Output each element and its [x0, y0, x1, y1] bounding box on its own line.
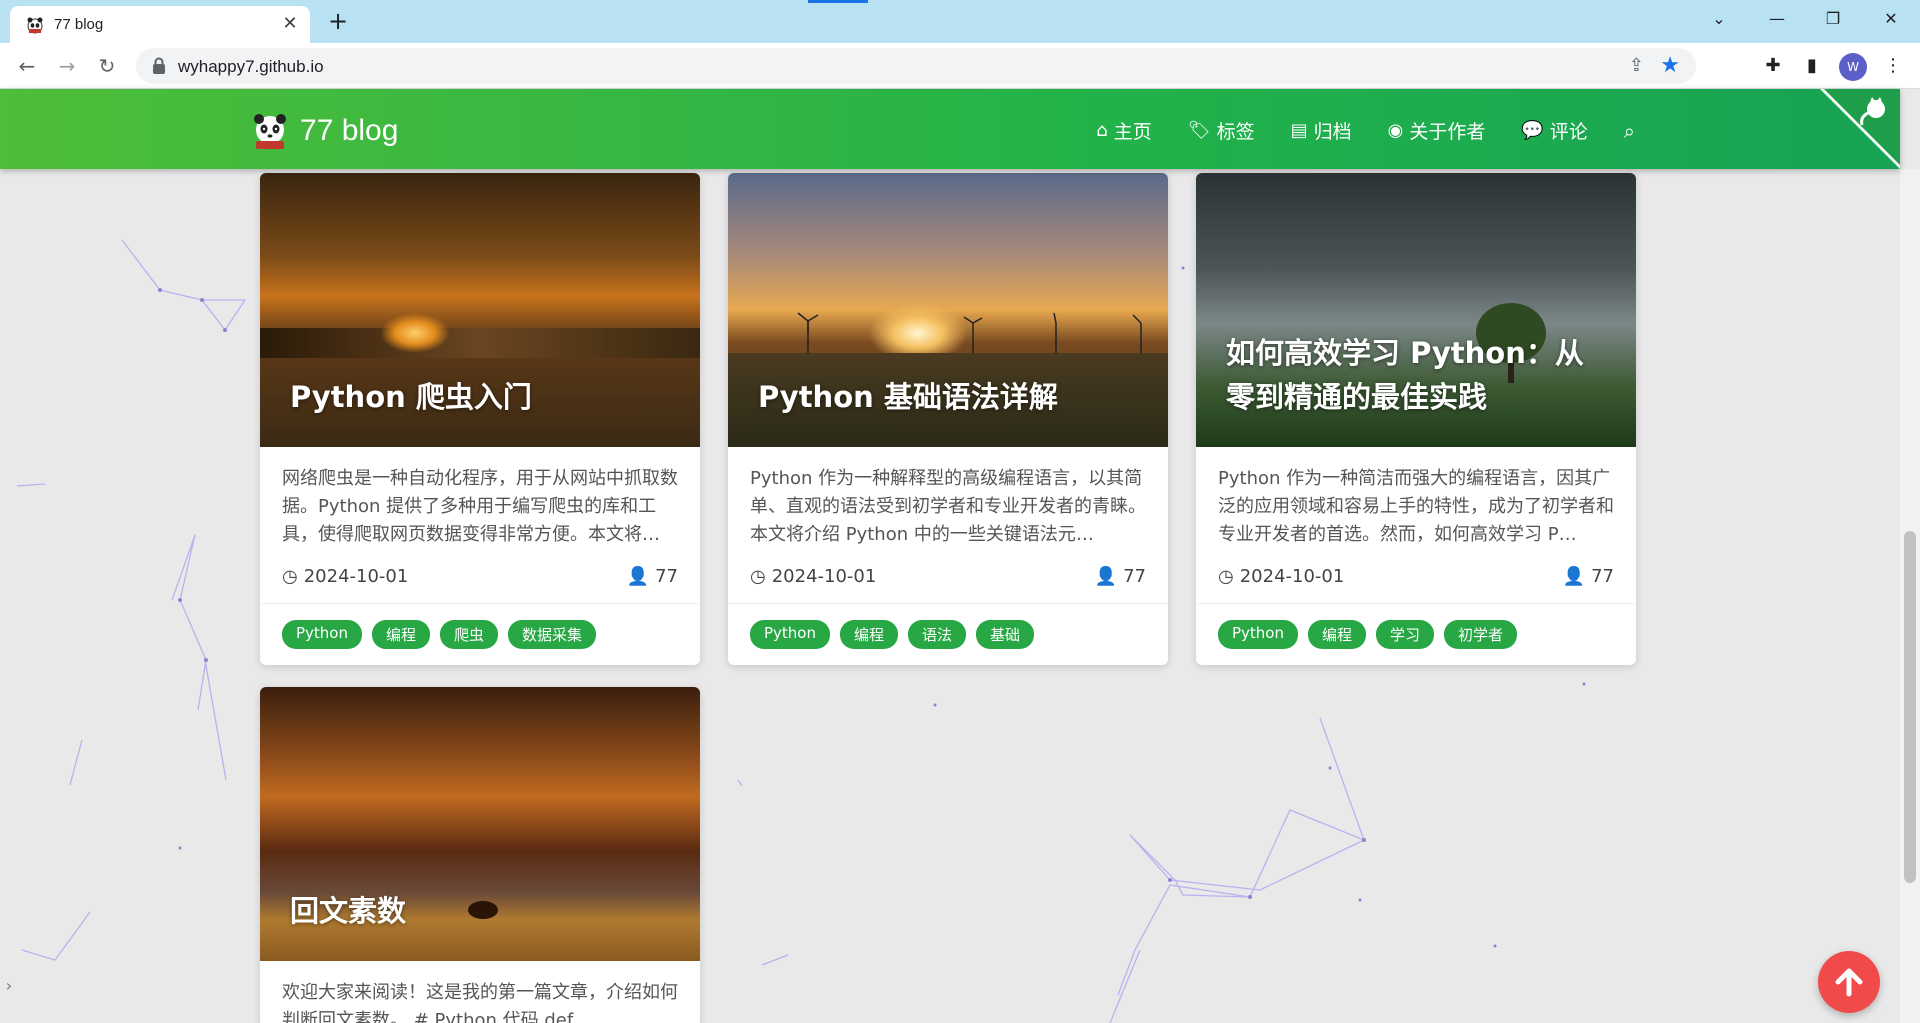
tab-search-chevron-down-icon[interactable]: ⌄ [1694, 4, 1744, 34]
post-title[interactable]: Python 爬虫入门 [290, 375, 670, 419]
side-panel-icon[interactable]: ▮ [1799, 53, 1825, 79]
main-nav: ⌂ 主页 🏷 标签 ▤ 归档 ◉ 关于作者 💬 评论 ⌕ [1060, 117, 1635, 144]
tag-badge[interactable]: 编程 [372, 620, 431, 649]
minimize-button[interactable]: — [1752, 4, 1802, 34]
chevron-right-icon[interactable]: › [0, 948, 18, 1023]
post-date: 2024-10-01 [303, 565, 409, 587]
post-title[interactable]: Python 基础语法详解 [758, 375, 1138, 419]
tab-close-icon[interactable]: ✕ [278, 12, 302, 36]
browser-tab[interactable]: 77 blog ✕ [10, 6, 310, 43]
back-icon[interactable]: ← [13, 52, 41, 80]
post-cover-image[interactable]: Python 基础语法详解 [728, 173, 1168, 447]
tag-badge[interactable]: 基础 [976, 620, 1035, 649]
post-date: 2024-10-01 [1239, 565, 1345, 587]
tag-badge[interactable]: 初学者 [1444, 620, 1518, 649]
home-icon: ⌂ [1096, 120, 1108, 141]
nav-about[interactable]: ◉ 关于作者 [1388, 117, 1486, 144]
address-bar[interactable]: wyhappy7.github.io ⇪ ★ [136, 48, 1696, 84]
tag-badge[interactable]: 编程 [1308, 620, 1367, 649]
reload-icon[interactable]: ↻ [93, 52, 121, 80]
brand-name: 77 blog [300, 114, 399, 147]
post-card[interactable]: Python 爬虫入门 网络爬虫是一种自动化程序，用于从网站中抓取数据。Pyth… [260, 173, 700, 665]
image-horizon [260, 328, 700, 358]
browser-toolbar: ← → ↻ wyhappy7.github.io ⇪ ★ ✚ ▮ W ⋮ [0, 43, 1920, 89]
post-title[interactable]: 回文素数 [290, 889, 670, 933]
github-corner-icon[interactable] [1820, 89, 1900, 169]
tag-badge[interactable]: 爬虫 [440, 620, 499, 649]
nav-comments[interactable]: 💬 评论 [1521, 117, 1587, 144]
star-icon[interactable]: ★ [1660, 53, 1680, 78]
tag-badge[interactable]: Python [282, 620, 362, 649]
panda-logo-icon [254, 114, 286, 149]
post-tags: Python 编程 爬虫 数据采集 [260, 603, 700, 665]
tag-badge[interactable]: 语法 [908, 620, 967, 649]
nav-about-label: 关于作者 [1409, 121, 1486, 143]
archive-icon: ▤ [1290, 120, 1308, 141]
comments-icon: 💬 [1521, 120, 1544, 141]
post-excerpt: Python 作为一种简洁而强大的编程语言，因其广泛的应用领域和容易上手的特性，… [1218, 468, 1614, 545]
site-header: 77 blog ⌂ 主页 🏷 标签 ▤ 归档 ◉ 关于作者 💬 评论 ⌕ [0, 89, 1900, 169]
post-excerpt: Python 作为一种解释型的高级编程语言，以其简单、直观的语法受到初学者和专业… [750, 468, 1146, 545]
post-excerpt: 欢迎大家来阅读！这是我的第一篇文章，介绍如何判断回文素数。 # Python 代… [282, 982, 678, 1023]
tags-icon: 🏷 [1187, 120, 1211, 141]
nav-archive-label: 归档 [1313, 121, 1352, 143]
browser-tab-strip: 77 blog ✕ + ⌄ — ❐ ✕ [0, 0, 1920, 43]
nav-home-label: 主页 [1113, 121, 1152, 143]
nav-archive[interactable]: ▤ 归档 [1291, 117, 1352, 144]
user-icon: 👤 [626, 565, 650, 587]
close-window-button[interactable]: ✕ [1866, 4, 1916, 34]
url-text: wyhappy7.github.io [178, 57, 324, 76]
back-to-top-button[interactable] [1818, 951, 1880, 1013]
tag-badge[interactable]: Python [1218, 620, 1298, 649]
post-card[interactable]: Python 基础语法详解 Python 作为一种解释型的高级编程语言，以其简单… [728, 173, 1168, 665]
tab-title: 77 blog [54, 16, 104, 33]
post-tags: Python 编程 学习 初学者 [1196, 603, 1636, 665]
tab-strip-accent [808, 0, 868, 3]
forward-icon[interactable]: → [53, 52, 81, 80]
post-title[interactable]: 如何高效学习 Python：从零到精通的最佳实践 [1226, 331, 1606, 419]
clock-icon: ◷ [282, 565, 298, 587]
tag-badge[interactable]: 学习 [1376, 620, 1435, 649]
search-icon[interactable]: ⌕ [1624, 119, 1635, 143]
arrow-up-icon [1835, 968, 1863, 997]
clock-icon: ◷ [750, 565, 766, 587]
panda-favicon-icon [27, 17, 43, 34]
post-excerpt: 网络爬虫是一种自动化程序，用于从网站中抓取数据。Python 提供了多种用于编写… [282, 468, 678, 545]
lock-icon[interactable] [152, 57, 166, 75]
tag-badge[interactable]: 编程 [840, 620, 899, 649]
post-cover-image[interactable]: Python 爬虫入门 [260, 173, 700, 447]
page-scrollbar[interactable] [1900, 169, 1920, 1023]
nav-home[interactable]: ⌂ 主页 [1096, 117, 1151, 144]
post-author: 77 [1591, 565, 1614, 587]
brand-link[interactable]: 77 blog [250, 111, 398, 151]
nav-tags-label: 标签 [1216, 121, 1255, 143]
profile-avatar[interactable]: W [1839, 53, 1867, 81]
user-icon: 👤 [1562, 565, 1586, 587]
nav-tags[interactable]: 🏷 标签 [1188, 117, 1255, 144]
share-icon[interactable]: ⇪ [1629, 55, 1644, 76]
post-author: 77 [1123, 565, 1146, 587]
post-card[interactable]: 如何高效学习 Python：从零到精通的最佳实践 Python 作为一种简洁而强… [1196, 173, 1636, 665]
post-author: 77 [655, 565, 678, 587]
user-icon: 👤 [1094, 565, 1118, 587]
tag-badge[interactable]: 数据采集 [508, 620, 597, 649]
post-date: 2024-10-01 [771, 565, 877, 587]
post-card[interactable]: 回文素数 欢迎大家来阅读！这是我的第一篇文章，介绍如何判断回文素数。 # Pyt… [260, 687, 700, 1023]
post-cover-image[interactable]: 如何高效学习 Python：从零到精通的最佳实践 [1196, 173, 1636, 447]
menu-icon[interactable]: ⋮ [1880, 53, 1906, 79]
nav-comments-label: 评论 [1549, 121, 1588, 143]
post-cover-image[interactable]: 回文素数 [260, 687, 700, 961]
new-tab-button[interactable]: + [324, 8, 352, 36]
extensions-icon[interactable]: ✚ [1760, 53, 1786, 79]
scrollbar-thumb[interactable] [1904, 531, 1916, 883]
tag-badge[interactable]: Python [750, 620, 830, 649]
restore-button[interactable]: ❐ [1808, 4, 1858, 34]
image-sun [380, 313, 450, 353]
clock-icon: ◷ [1218, 565, 1234, 587]
user-circle-icon: ◉ [1387, 120, 1404, 141]
post-tags: Python 编程 语法 基础 [728, 603, 1168, 665]
